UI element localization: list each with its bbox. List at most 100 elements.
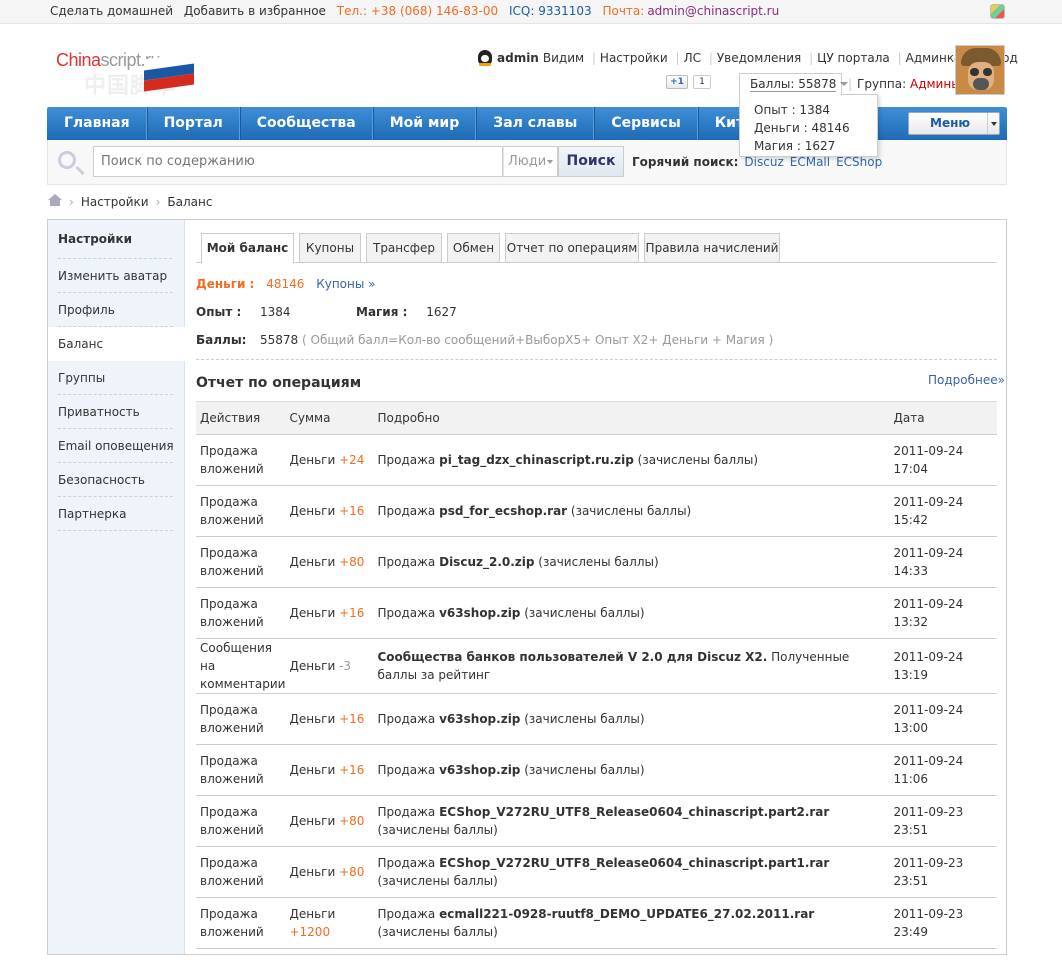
row-date: 2011-09-24 17:04: [889, 434, 997, 486]
add-favorites-link[interactable]: Добавить в избранное: [184, 4, 326, 18]
search-type-select[interactable]: Люди: [503, 146, 558, 177]
operations-table: Действия Сумма Подробно Дата Продажа влож…: [196, 401, 997, 949]
row-file-link[interactable]: pi_tag_dzx_chinascript.ru.zip: [439, 453, 634, 467]
hot-link-ecshop[interactable]: ECShop: [836, 155, 882, 169]
row-file-link[interactable]: v63shop.zip: [439, 712, 520, 726]
row-amount-value: +80: [339, 555, 365, 569]
row-details-prefix: Продажа: [377, 712, 440, 726]
sidebar-item-security[interactable]: Безопасность: [48, 463, 185, 497]
group-value[interactable]: Админы: [910, 77, 961, 91]
magic-label: Магия :: [356, 305, 408, 319]
sidebar-item-email[interactable]: Email оповещения: [48, 429, 185, 463]
menu-button[interactable]: Меню: [908, 112, 1000, 135]
user-link-admin[interactable]: Админка: [906, 51, 962, 65]
tab-my-balance[interactable]: Мой баланс: [201, 233, 294, 264]
row-details-prefix: Продажа: [377, 606, 440, 620]
chevron-down-icon[interactable]: [987, 113, 999, 134]
row-details-suffix: (зачислены баллы): [520, 763, 645, 777]
sidebar-item-privacy[interactable]: Приватность: [48, 395, 185, 429]
sidebar-item-label: Email оповещения: [58, 439, 174, 453]
avatar[interactable]: [955, 45, 1005, 95]
table-header-row: Действия Сумма Подробно Дата: [196, 401, 997, 435]
row-details-suffix: (зачислены баллы): [377, 874, 498, 888]
row-date: 2011-09-24 13:00: [889, 693, 997, 745]
row-amount-value: +24: [339, 453, 365, 467]
user-link-portal-admin[interactable]: ЦУ портала: [817, 51, 890, 65]
row-file-link[interactable]: Discuz_2.0.zip: [439, 555, 534, 569]
search-button[interactable]: Поиск: [558, 146, 624, 177]
make-home-link[interactable]: Сделать домашней: [50, 4, 173, 18]
nav-item-portal[interactable]: Портал: [147, 107, 240, 140]
col-amount: Сумма: [285, 401, 374, 435]
menu-button-label: Меню: [930, 116, 971, 130]
points-row: Баллы: 55878 ( Общий балл=Кол-во сообщен…: [196, 333, 773, 347]
row-file-link[interactable]: psd_for_ecshop.rar: [439, 504, 567, 518]
breadcrumb-settings[interactable]: Настройки: [81, 195, 149, 209]
hot-link-ecmall[interactable]: ECMall: [790, 155, 830, 169]
sidebar-item-label: Профиль: [58, 303, 115, 317]
tab-transfer[interactable]: Трансфер: [366, 233, 442, 263]
table-row: Продажа вложений Деньги +80 Продажа ECShop_…: [196, 795, 997, 847]
sidebar-item-profile[interactable]: Профиль: [48, 293, 185, 327]
nav-item-communities[interactable]: Сообщества: [240, 107, 373, 140]
row-action-line2: вложений: [200, 564, 264, 578]
user-link-settings[interactable]: Настройки: [600, 51, 668, 65]
coupons-link[interactable]: Купоны »: [316, 277, 375, 291]
hot-link-discuz[interactable]: Discuz: [744, 155, 783, 169]
nav-item-home[interactable]: Главная: [47, 107, 147, 140]
money-label: Деньги :: [196, 277, 255, 291]
row-file-link[interactable]: ecmall221-0928-ruutf8_DEMO_UPDATE6_27.02…: [439, 907, 814, 921]
username[interactable]: admin: [497, 51, 539, 65]
sidebar-item-partner[interactable]: Партнерка: [48, 497, 185, 531]
russian-flag-icon: [144, 52, 194, 92]
row-currency: Деньги: [289, 814, 336, 828]
points-popup: Опыт : 1384 Деньги : 48146 Магия : 1627: [739, 94, 878, 157]
report-more-link[interactable]: Подробнее»: [928, 373, 1005, 387]
row-file-link[interactable]: ECShop_V272RU_UTF8_Release0604_chinascri…: [439, 856, 829, 870]
nav-item-my-world[interactable]: Мой мир: [373, 107, 477, 140]
row-currency: Деньги: [289, 763, 336, 777]
row-currency: Деньги: [289, 907, 336, 921]
nav-item-hall-of-fame[interactable]: Зал славы: [476, 107, 595, 140]
site-logo[interactable]: Chinascript.ru 中国脚本: [56, 50, 196, 99]
tab-coupons[interactable]: Купоны: [299, 233, 361, 263]
row-amount-value: +16: [339, 606, 365, 620]
money-row: Деньги : 48146 Купоны »: [196, 277, 376, 291]
palette-icon[interactable]: [990, 4, 1005, 19]
table-row: Продажа вложений Деньги +16 Продажа v63shop…: [196, 693, 997, 745]
experience-value: 1384: [260, 305, 291, 319]
search-input[interactable]: [93, 146, 503, 177]
sidebar-item-avatar[interactable]: Изменить аватар: [48, 259, 185, 293]
google-plus-button[interactable]: +1: [666, 75, 688, 89]
search-icon: [58, 151, 76, 169]
nav-item-services[interactable]: Сервисы: [594, 107, 698, 140]
row-amount: Деньги -3: [285, 638, 374, 694]
sidebar-item-groups[interactable]: Группы: [48, 361, 185, 395]
row-currency: Деньги: [289, 453, 336, 467]
row-file-link[interactable]: v63shop.zip: [439, 763, 520, 777]
magic-value: 1627: [426, 305, 457, 319]
sidebar-item-balance[interactable]: Баланс: [48, 327, 186, 361]
points-formula: ( Общий балл=Кол-во сообщений+ВыборX5+ О…: [302, 333, 774, 347]
user-link-notifications[interactable]: Уведомления: [717, 51, 801, 65]
mail-label: Почта:: [602, 4, 645, 18]
user-link-pm[interactable]: ЛС: [684, 51, 701, 65]
chevron-down-icon: [840, 82, 849, 86]
row-action-line1: Продажа: [200, 907, 258, 921]
row-file-link[interactable]: ECShop_V272RU_UTF8_Release0604_chinascri…: [439, 805, 829, 819]
row-details-suffix: (зачислены баллы): [633, 453, 758, 467]
tab-exchange[interactable]: Обмен: [447, 233, 500, 263]
row-date: 2011-09-23 23:49: [889, 897, 997, 949]
mail-link[interactable]: admin@chinascript.ru: [647, 4, 779, 18]
home-icon[interactable]: [48, 194, 62, 207]
points-dropdown-trigger[interactable]: Баллы: 55878: [739, 73, 849, 95]
visibility-status[interactable]: Видим: [543, 51, 584, 65]
content-frame: Настройки Изменить аватар Профиль Баланс…: [47, 219, 1007, 955]
row-details: Продажа v63shop.zip (зачислены баллы): [373, 693, 890, 745]
row-currency: Деньги: [289, 606, 336, 620]
table-row: Продажа вложений Деньги +16 Продажа psd_for…: [196, 485, 997, 537]
row-file-link[interactable]: v63shop.zip: [439, 606, 520, 620]
row-file-link[interactable]: Сообщества банков пользователей V 2.0 дл…: [377, 650, 767, 664]
tab-accrual-rules[interactable]: Правила начислений: [644, 233, 780, 263]
tab-operations-report[interactable]: Отчет по операциям: [505, 233, 639, 263]
